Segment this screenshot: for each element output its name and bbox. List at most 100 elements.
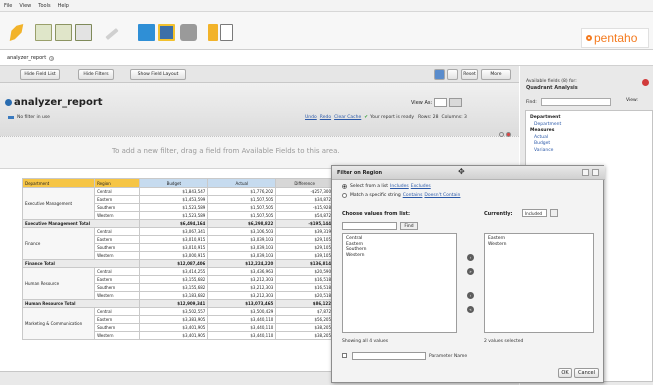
value-cell[interactable]: $3,010,915 — [139, 235, 209, 244]
region-cell[interactable]: Southern — [94, 283, 141, 292]
region-cell[interactable]: Southern — [94, 243, 141, 252]
show-field-layout-button[interactable]: Show Field Layout — [130, 69, 186, 80]
remove-icon[interactable]: ‹ — [467, 292, 474, 299]
total-label[interactable]: Finance Total — [21, 259, 141, 268]
value-cell[interactable]: $3,401,905 — [139, 331, 209, 340]
hide-filters-button[interactable]: Hide Filters — [78, 69, 114, 80]
value-cell[interactable]: $3,183,682 — [139, 291, 209, 300]
region-cell[interactable]: Western — [94, 291, 141, 300]
filter-close-icon[interactable] — [506, 132, 511, 137]
value-cell[interactable]: $1,776,202 — [207, 187, 277, 196]
value-cell[interactable]: $3,436,963 — [207, 267, 277, 276]
tree-field[interactable]: Variance — [530, 148, 648, 155]
region-cell[interactable]: Central — [94, 187, 141, 196]
selected-value[interactable]: Western — [488, 242, 590, 248]
contains-link[interactable]: Contains — [403, 193, 423, 198]
print-icon[interactable] — [180, 24, 197, 41]
total-value[interactable]: $12,224,220 — [207, 259, 277, 268]
value-cell[interactable]: $16,518 — [275, 275, 334, 284]
total-value[interactable]: $12,909,341 — [139, 299, 209, 308]
redo-icon[interactable] — [447, 69, 458, 80]
panel-close-icon[interactable] — [642, 79, 649, 86]
col-region[interactable]: Region — [94, 178, 141, 188]
total-value[interactable]: $136,814 — [275, 259, 334, 268]
value-cell[interactable]: $3,502,557 — [139, 307, 209, 316]
value-cell[interactable]: $39,105 — [275, 251, 334, 260]
chart-icon[interactable] — [138, 24, 155, 41]
region-cell[interactable]: Central — [94, 307, 141, 316]
help-icon[interactable] — [582, 169, 589, 176]
value-cell[interactable]: -$257,300 — [275, 187, 334, 196]
region-cell[interactable]: Eastern — [94, 235, 141, 244]
table-view-icon[interactable] — [434, 98, 448, 107]
menu-file[interactable]: File — [4, 3, 12, 9]
region-cell[interactable]: Southern — [94, 323, 141, 332]
value-cell[interactable]: $38,205 — [275, 323, 334, 332]
new-report-icon[interactable] — [9, 24, 24, 41]
col-difference[interactable]: Difference — [275, 178, 334, 188]
move-icon[interactable]: ✥ — [458, 167, 465, 176]
ok-button[interactable]: OK — [558, 368, 572, 378]
value-cell[interactable]: $3,155,682 — [139, 283, 209, 292]
layout-icon[interactable] — [208, 24, 218, 41]
value-cell[interactable]: $3,440,110 — [207, 331, 277, 340]
value-cell[interactable]: $1,523,589 — [139, 203, 209, 212]
cancel-button[interactable]: Cancel — [574, 368, 599, 378]
value-cell[interactable]: $39,319 — [275, 227, 334, 236]
total-value[interactable]: -$195,144 — [275, 219, 334, 228]
value-cell[interactable]: $20,518 — [275, 291, 334, 300]
total-value[interactable]: $12,087,406 — [139, 259, 209, 268]
region-cell[interactable]: Western — [94, 331, 141, 340]
layout-grid-icon[interactable] — [220, 24, 233, 41]
undo-icon[interactable] — [434, 69, 445, 80]
chevron-down-icon[interactable] — [550, 209, 558, 217]
value-cell[interactable]: $3,440,110 — [207, 323, 277, 332]
total-label[interactable]: Executive Management Total — [21, 219, 141, 228]
value-cell[interactable]: $29,105 — [275, 243, 334, 252]
region-cell[interactable]: Southern — [94, 203, 141, 212]
value-cell[interactable]: $3,212,303 — [207, 283, 277, 292]
value-cell[interactable]: $3,067,341 — [139, 227, 209, 236]
department-cell[interactable]: Marketing & Communication — [21, 307, 96, 340]
tab-close-icon[interactable]: × — [49, 55, 55, 61]
col-actual[interactable]: Actual — [207, 178, 277, 188]
menu-tools[interactable]: Tools — [38, 3, 50, 9]
parameter-name-input[interactable] — [352, 352, 426, 360]
tab-analyzer-report[interactable]: analyzer_report × — [4, 53, 57, 63]
available-value[interactable]: Western — [346, 253, 453, 259]
value-cell[interactable]: $3,155,682 — [139, 275, 209, 284]
value-cell[interactable]: $1,507,505 — [207, 195, 277, 204]
region-cell[interactable]: Central — [94, 227, 141, 236]
value-cell[interactable]: $1,523,589 — [139, 211, 209, 220]
open-icon[interactable] — [35, 24, 52, 41]
total-label[interactable]: Human Resource Total — [21, 299, 141, 308]
available-values-list[interactable]: Central Eastern Southern Western — [342, 233, 457, 333]
field-search-input[interactable] — [540, 98, 611, 106]
doesnt-contain-link[interactable]: Doesn't Contain — [424, 193, 460, 198]
region-cell[interactable]: Eastern — [94, 275, 141, 284]
save-as-icon[interactable] — [75, 24, 92, 41]
option-select-list[interactable]: Select from a list Includes Excludes — [342, 184, 431, 189]
col-budget[interactable]: Budget — [139, 178, 209, 188]
selected-values-list[interactable]: Eastern Western — [484, 233, 594, 333]
value-cell[interactable]: $3,212,303 — [207, 275, 277, 284]
value-cell[interactable]: $3,414,255 — [139, 267, 209, 276]
department-cell[interactable]: Finance — [21, 227, 96, 260]
clear-cache-link[interactable]: Clear Cache — [334, 115, 361, 120]
value-cell[interactable]: $20,590 — [275, 267, 334, 276]
filter-settings-icon[interactable] — [499, 132, 504, 137]
value-cell[interactable]: $3,383,905 — [139, 315, 209, 324]
add-all-icon[interactable]: » — [467, 268, 474, 275]
value-cell[interactable]: $3,440,110 — [207, 315, 277, 324]
find-button[interactable]: Find — [400, 222, 418, 230]
value-cell[interactable]: $3,039,103 — [207, 235, 277, 244]
value-cell[interactable]: $1,453,599 — [139, 195, 209, 204]
total-value[interactable]: $13,073,465 — [207, 299, 277, 308]
region-cell[interactable]: Eastern — [94, 195, 141, 204]
add-icon[interactable]: › — [467, 254, 474, 261]
value-cell[interactable]: $3,106,503 — [207, 227, 277, 236]
undo-link[interactable]: Undo — [305, 115, 317, 120]
total-value[interactable]: $6,494,164 — [139, 219, 209, 228]
value-cell[interactable]: $1,507,505 — [207, 203, 277, 212]
value-search-input[interactable] — [342, 222, 397, 230]
